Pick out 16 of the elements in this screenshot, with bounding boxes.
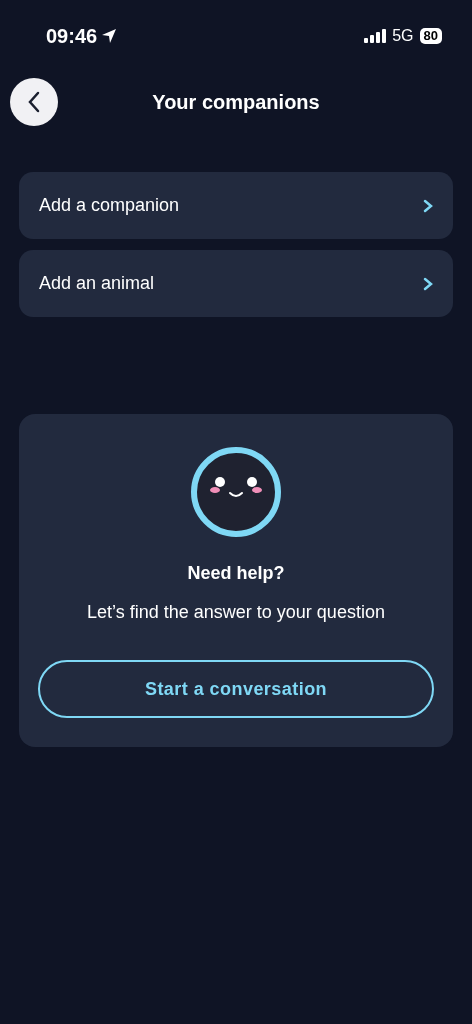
back-button[interactable] xyxy=(10,78,58,126)
location-icon xyxy=(101,28,118,44)
help-subtitle: Let’s find the answer to your question xyxy=(87,601,385,624)
network-label: 5G xyxy=(392,26,414,46)
back-icon xyxy=(27,91,41,113)
page-title: Your companions xyxy=(152,90,320,115)
smiley-avatar-icon xyxy=(190,446,282,538)
chevron-icon xyxy=(423,198,433,213)
status-time: 09:46 xyxy=(46,24,98,49)
start-conversation-button[interactable]: Start a conversation xyxy=(38,660,434,718)
help-title: Need help? xyxy=(187,562,285,585)
battery-level: 80 xyxy=(419,28,442,44)
menu-item[interactable]: Add an animal xyxy=(19,250,453,317)
signal-icon xyxy=(364,29,387,43)
menu-item[interactable]: Add a companion xyxy=(19,172,453,239)
chevron-icon xyxy=(423,276,433,291)
